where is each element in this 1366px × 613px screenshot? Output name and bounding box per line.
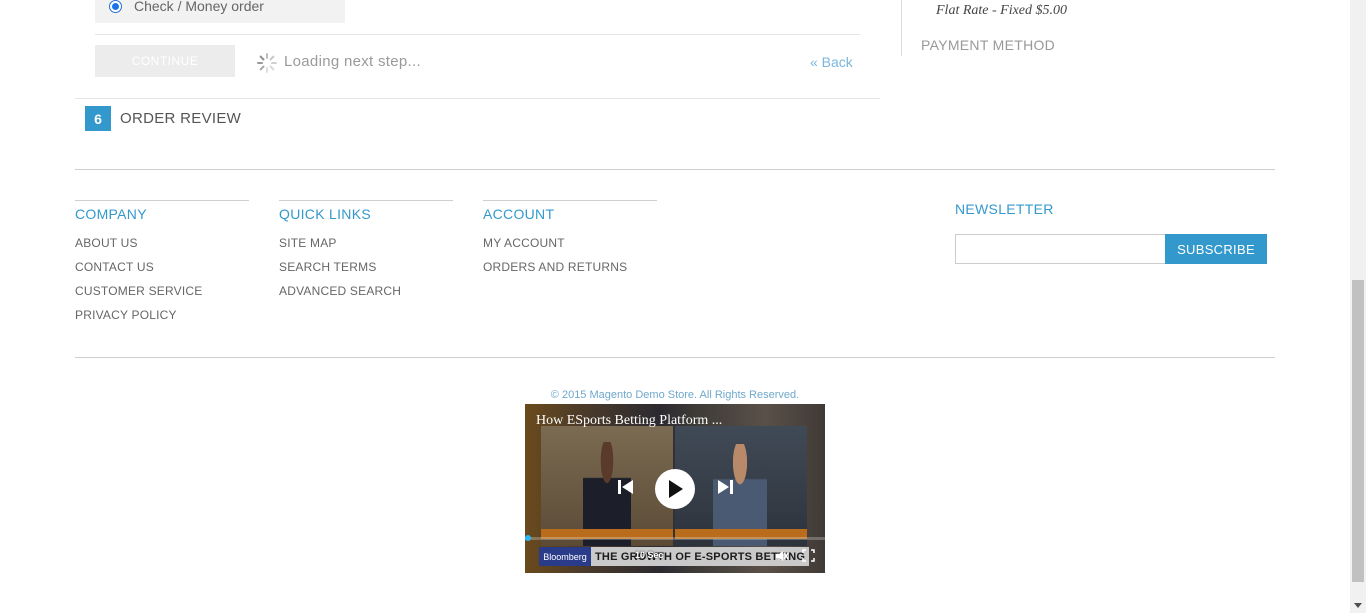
play-button[interactable] [655,469,695,509]
payment-radio[interactable] [109,0,122,13]
footer-link-privacy-policy[interactable]: PRIVACY POLICY [75,308,249,332]
progress-divider [901,0,902,56]
footer-link-advanced-search[interactable]: ADVANCED SEARCH [279,284,453,308]
footer-link-contact-us[interactable]: CONTACT US [75,260,249,284]
video-progress-handle[interactable] [525,535,531,541]
continue-button[interactable]: CONTINUE [95,45,235,77]
video-news-ticker: Bloomberg THE GROWTH OF E-SPORTS BETTING [539,547,809,566]
shipping-rate-text: Flat Rate - Fixed $5.00 [936,3,1068,18]
step-title-order-review[interactable]: ORDER REVIEW [120,110,241,127]
footer-divider [75,169,1275,170]
footer-column-account: ACCOUNT MY ACCOUNT ORDERS AND RETURNS [483,200,657,284]
loading-spinner-icon [257,53,277,73]
footer-column-title: COMPANY [75,206,147,222]
payment-option-label: Check / Money order [134,0,264,14]
scroll-down-arrow-icon[interactable] [1350,597,1366,613]
copyright-text: © 2015 Magento Demo Store. All Rights Re… [550,389,800,401]
footer-link-my-account[interactable]: MY ACCOUNT [483,236,657,260]
footer-divider [75,357,1275,358]
ticker-brand: Bloomberg [539,547,591,566]
ticker-text: THE GROWTH OF E-SPORTS BETTING [595,550,806,563]
subscribe-button[interactable]: SUBSCRIBE [1165,234,1267,264]
footer-link-search-terms[interactable]: SEARCH TERMS [279,260,453,284]
footer-column-title: ACCOUNT [483,206,555,222]
footer-link-customer-service[interactable]: CUSTOMER SERVICE [75,284,249,308]
divider [75,98,880,99]
progress-payment-heading: PAYMENT METHOD [921,37,1056,53]
video-player[interactable]: How ESports Betting Platform ... Bloombe… [525,404,825,573]
newsletter-title: NEWSLETTER [955,201,1054,217]
fullscreen-icon[interactable] [802,549,815,562]
video-progress-bar[interactable] [525,537,825,540]
video-title: How ESports Betting Platform ... [536,413,723,428]
loading-text: Loading next step... [284,53,421,70]
next-track-icon[interactable] [716,478,734,496]
newsletter-email-input[interactable] [955,234,1166,264]
payment-option-checkmo[interactable]: Check / Money order [95,0,345,23]
seek-label[interactable]: 10 Sec [635,550,664,560]
scrollbar-thumb[interactable] [1352,280,1364,582]
play-icon [669,480,683,498]
footer-column-company: COMPANY ABOUT US CONTACT US CUSTOMER SER… [75,200,249,332]
previous-track-icon[interactable] [617,478,635,496]
back-link[interactable]: « Back [810,54,853,70]
footer-link-site-map[interactable]: SITE MAP [279,236,453,260]
footer-column-title: QUICK LINKS [279,206,371,222]
mute-icon[interactable] [775,549,789,563]
step-number-badge: 6 [85,106,111,131]
footer-link-about-us[interactable]: ABOUT US [75,236,249,260]
divider [95,34,860,35]
footer-link-orders-and-returns[interactable]: ORDERS AND RETURNS [483,260,657,284]
footer-column-quick-links: QUICK LINKS SITE MAP SEARCH TERMS ADVANC… [279,200,453,308]
